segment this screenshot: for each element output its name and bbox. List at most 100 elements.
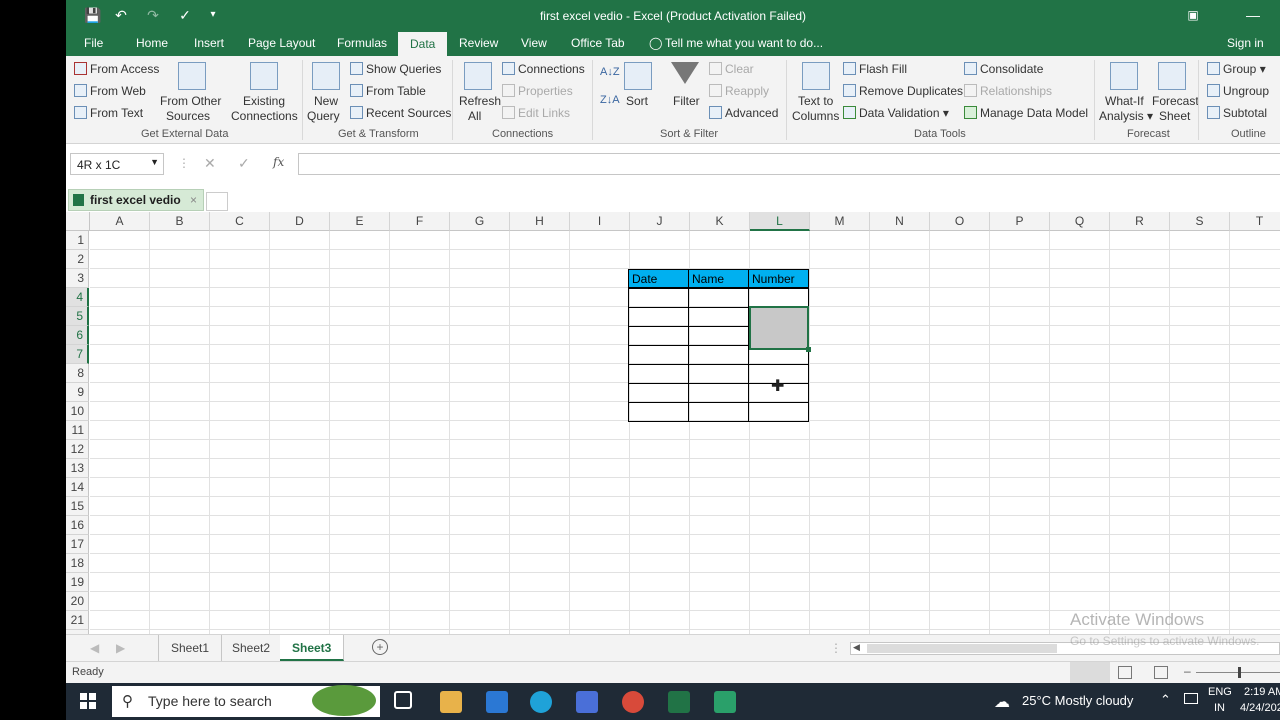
new-workbook-tab[interactable]	[206, 192, 228, 211]
formula-input[interactable]	[298, 153, 1280, 175]
table-cell[interactable]	[628, 383, 689, 403]
table-cell[interactable]	[688, 307, 749, 327]
file-explorer-icon[interactable]	[440, 691, 462, 713]
tab-review[interactable]: Review	[459, 36, 498, 50]
column-header-g[interactable]: G	[450, 212, 510, 231]
split-handle-icon[interactable]: ⋮	[830, 641, 842, 655]
weather-text[interactable]: 25°C Mostly cloudy	[1022, 693, 1133, 708]
windows-start-icon[interactable]	[80, 693, 96, 709]
name-box-dropdown-icon[interactable]: ▼	[150, 157, 159, 167]
row-header-18[interactable]: 18	[66, 554, 89, 573]
sign-in-link[interactable]: Sign in	[1227, 36, 1264, 50]
tell-me-box[interactable]: Tell me what you want to do...	[665, 36, 823, 50]
fill-handle[interactable]	[806, 347, 811, 352]
from-text-button[interactable]: From Text	[74, 106, 143, 120]
table-cell[interactable]	[688, 383, 749, 403]
column-header-t[interactable]: T	[1230, 212, 1280, 231]
ungroup-button[interactable]: Ungroup	[1207, 84, 1269, 98]
name-box[interactable]: 4R x 1C ▼	[70, 153, 164, 175]
ribbon-display-options-icon[interactable]: ▣	[1182, 5, 1204, 25]
row-header-12[interactable]: 12	[66, 440, 89, 459]
tab-file[interactable]: File	[84, 36, 103, 50]
tab-view[interactable]: View	[521, 36, 547, 50]
from-access-button[interactable]: From Access	[74, 62, 159, 76]
from-other-sources-button[interactable]: From Other	[160, 94, 221, 108]
normal-view-icon[interactable]	[1070, 662, 1110, 683]
scroll-right-icon[interactable]: ▶	[116, 641, 125, 655]
row-header-1[interactable]: 1	[66, 231, 89, 250]
row-header-3[interactable]: 3	[66, 269, 89, 288]
sheet-tab-2[interactable]: Sheet2	[220, 635, 284, 661]
workbook-tab[interactable]: first excel vedio ×	[68, 189, 204, 211]
row-header-6[interactable]: 6	[66, 326, 89, 345]
column-header-f[interactable]: F	[390, 212, 450, 231]
consolidate-button[interactable]: Consolidate	[964, 62, 1043, 76]
column-header-d[interactable]: D	[270, 212, 330, 231]
edit-links-button[interactable]: Edit Links	[502, 106, 570, 120]
taskbar-search-box[interactable]: ⚲ Type here to search	[112, 685, 380, 717]
row-header-10[interactable]: 10	[66, 402, 89, 421]
excel-taskbar-icon[interactable]	[668, 691, 690, 713]
text-to-columns-button[interactable]: Text to	[798, 94, 833, 108]
column-header-r[interactable]: R	[1110, 212, 1170, 231]
column-header-p[interactable]: P	[990, 212, 1050, 231]
column-header-q[interactable]: Q	[1050, 212, 1110, 231]
properties-button[interactable]: Properties	[502, 84, 573, 98]
column-header-n[interactable]: N	[870, 212, 930, 231]
clear-button[interactable]: Clear	[709, 62, 754, 76]
column-header-c[interactable]: C	[210, 212, 270, 231]
table-cell[interactable]	[628, 326, 689, 346]
sheet-tab-1[interactable]: Sheet1	[158, 635, 223, 661]
row-header-20[interactable]: 20	[66, 592, 89, 611]
row-header-21[interactable]: 21	[66, 611, 89, 630]
zoom-out-icon[interactable]: –	[1184, 664, 1191, 678]
spreadsheet-grid[interactable]: ABCDEFGHIJKLMNOPQRST 1 2 3 4 5 6 7 8 9 10 11 12 13 14…	[66, 212, 1280, 634]
network-icon[interactable]	[1184, 693, 1198, 704]
row-header-11[interactable]: 11	[66, 421, 89, 440]
minimize-icon[interactable]: —	[1242, 5, 1264, 25]
sheet-tab-3[interactable]: Sheet3	[280, 635, 345, 661]
tab-data[interactable]: Data	[398, 32, 448, 56]
row-header-2[interactable]: 2	[66, 250, 89, 269]
data-validation-button[interactable]: Data Validation ▾	[843, 106, 949, 120]
from-web-button[interactable]: From Web	[74, 84, 146, 98]
table-cell[interactable]	[628, 288, 689, 308]
task-view-icon[interactable]	[394, 691, 412, 709]
language-in[interactable]: IN	[1214, 702, 1225, 714]
scroll-left-arrow-icon[interactable]: ◀	[853, 642, 860, 653]
edge-icon[interactable]	[530, 691, 552, 713]
table-cell[interactable]	[688, 402, 749, 422]
column-header-e[interactable]: E	[330, 212, 390, 231]
column-header-a[interactable]: A	[90, 212, 150, 231]
existing-connections-button[interactable]: Existing	[243, 94, 285, 108]
row-header-19[interactable]: 19	[66, 573, 89, 592]
page-break-view-icon[interactable]	[1154, 666, 1168, 679]
language-eng[interactable]: ENG	[1208, 686, 1232, 698]
table-cell[interactable]	[688, 288, 749, 308]
flash-fill-button[interactable]: Flash Fill	[843, 62, 907, 76]
refresh-all-button[interactable]: Refresh	[459, 94, 501, 108]
zoom-slider-thumb[interactable]	[1238, 667, 1241, 678]
reapply-button[interactable]: Reapply	[709, 84, 769, 98]
from-table-button[interactable]: From Table	[350, 84, 426, 98]
row-header-15[interactable]: 15	[66, 497, 89, 516]
row-header-17[interactable]: 17	[66, 535, 89, 554]
page-layout-view-icon[interactable]	[1118, 666, 1132, 679]
weather-icon[interactable]: ☁	[994, 692, 1010, 712]
table-cell[interactable]	[748, 402, 809, 422]
column-header-b[interactable]: B	[150, 212, 210, 231]
table-cell[interactable]	[628, 307, 689, 327]
tab-office-tab[interactable]: Office Tab	[571, 36, 625, 50]
store-icon[interactable]	[576, 691, 598, 713]
close-tab-icon[interactable]: ×	[190, 193, 197, 207]
what-if-analysis-button[interactable]: What-If	[1105, 94, 1144, 108]
scroll-left-icon[interactable]: ◀	[90, 641, 99, 655]
row-header-9[interactable]: 9	[66, 383, 89, 402]
confirm-entry-icon[interactable]: ✓	[238, 155, 250, 172]
table-cell[interactable]	[688, 326, 749, 346]
cancel-entry-icon[interactable]: ✕	[204, 155, 216, 172]
column-header-l[interactable]: L	[750, 212, 810, 231]
manage-data-model-button[interactable]: Manage Data Model	[964, 106, 1088, 120]
sort-z-a-icon[interactable]: Z↓A	[600, 94, 620, 106]
table-cell[interactable]	[628, 364, 689, 384]
